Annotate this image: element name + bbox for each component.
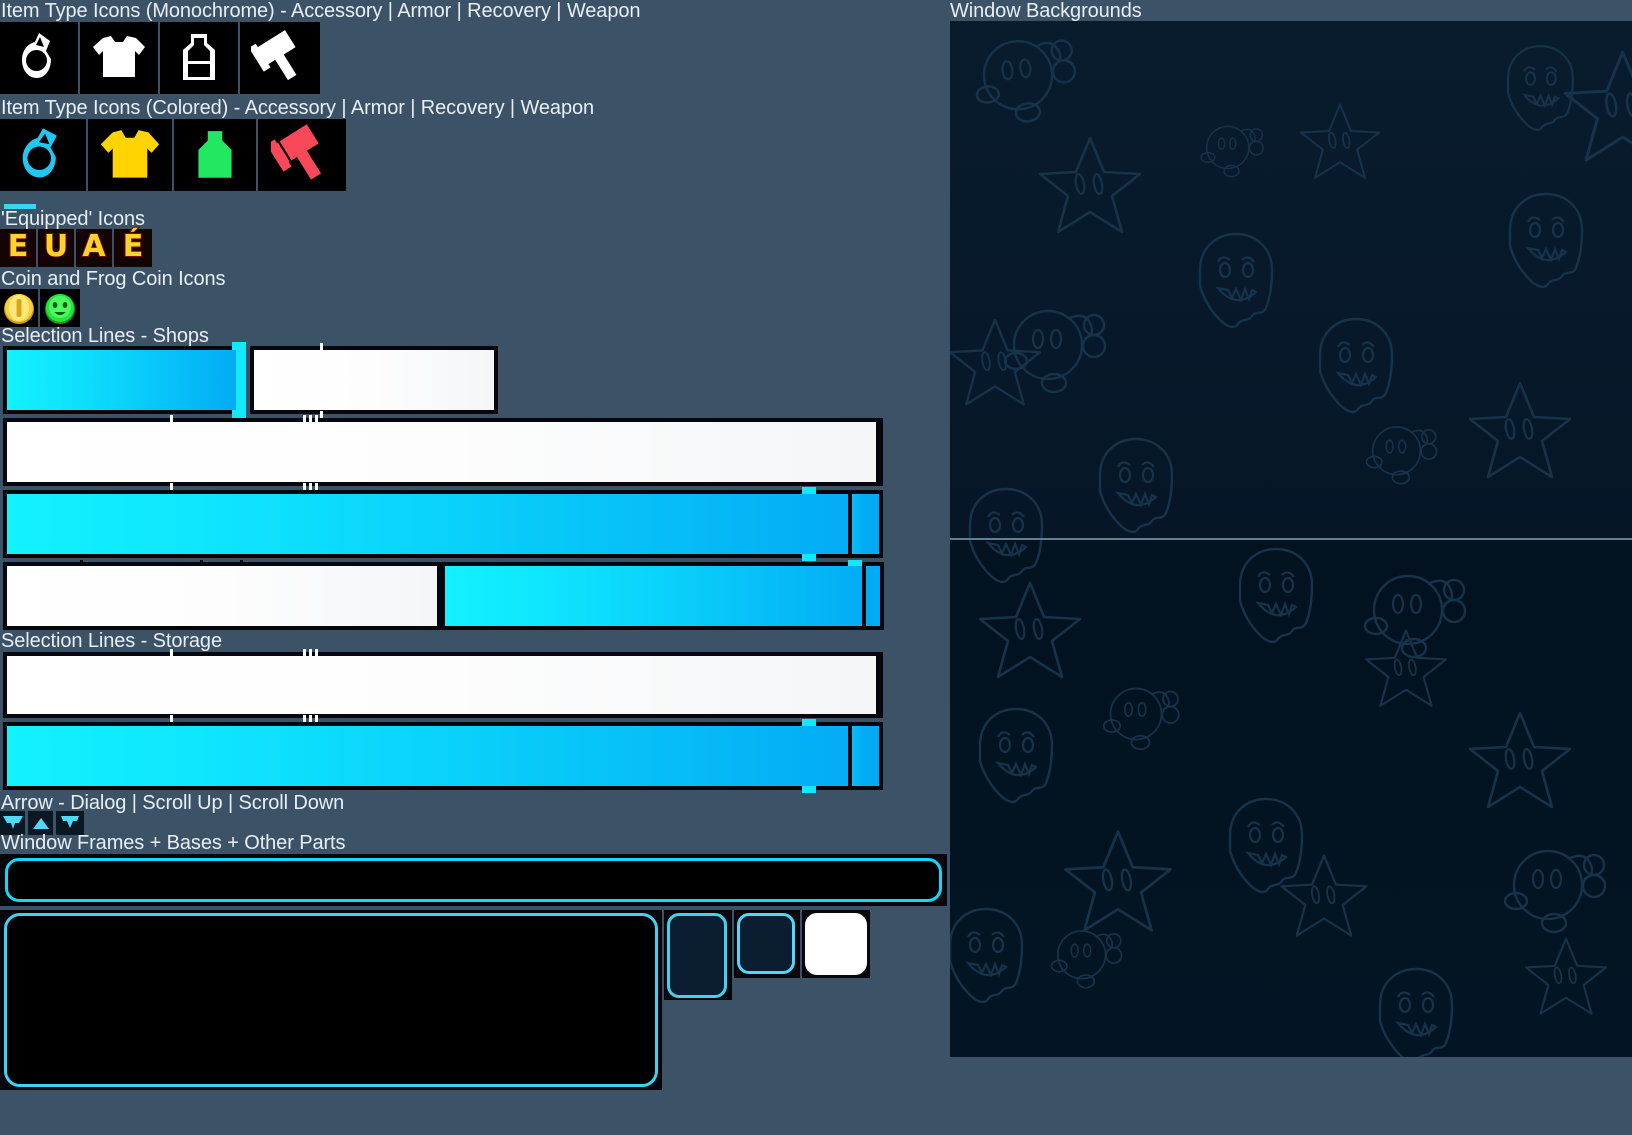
item-icons-colored-row xyxy=(0,119,346,191)
equipped-letter: E xyxy=(7,229,29,264)
equipped-icon-e[interactable]: E xyxy=(0,229,38,267)
equipped-icon-u[interactable]: U xyxy=(38,229,76,267)
accessory-ring-icon[interactable] xyxy=(0,22,80,94)
line-tick xyxy=(303,415,306,422)
weapon-hammer-icon[interactable] xyxy=(258,119,346,191)
line-tick xyxy=(303,715,306,722)
line-scroll-thumb[interactable] xyxy=(852,494,864,554)
coin-icons-label: Coin and Frog Coin Icons xyxy=(1,268,226,290)
equipped-letter: É xyxy=(122,229,144,264)
selection-lines-shops-label: Selection Lines - Shops xyxy=(1,325,209,347)
shop-line-selected-long[interactable] xyxy=(3,490,883,558)
recovery-bottle-icon[interactable] xyxy=(174,119,258,191)
line-tick xyxy=(170,483,173,490)
line-tick xyxy=(200,560,203,566)
shop-line-selected-medium[interactable] xyxy=(441,562,884,630)
line-tick xyxy=(170,649,173,656)
equipped-letter: U xyxy=(43,229,69,264)
window-background-panel xyxy=(950,21,1632,1057)
line-tick xyxy=(170,415,173,422)
line-tick xyxy=(315,715,318,722)
line-tick xyxy=(309,483,312,490)
selection-nub xyxy=(802,786,816,793)
weapon-hammer-icon[interactable] xyxy=(240,22,320,94)
line-tick xyxy=(320,343,323,350)
line-divider xyxy=(862,566,866,626)
storage-line-idle[interactable] xyxy=(3,652,883,718)
equipped-icons-row: E U A É xyxy=(0,229,152,267)
line-tick xyxy=(315,483,318,490)
line-tick xyxy=(303,649,306,656)
line-tick xyxy=(315,649,318,656)
selection-nub xyxy=(848,560,862,566)
item-icons-mono-row xyxy=(0,22,320,94)
selection-nub xyxy=(802,554,816,561)
line-tick xyxy=(320,411,323,418)
window-background-top xyxy=(950,21,1632,1057)
window-backgrounds-label: Window Backgrounds xyxy=(950,0,1142,22)
storage-line-selected[interactable] xyxy=(3,722,883,790)
recovery-bottle-icon[interactable] xyxy=(160,22,240,94)
selection-nub xyxy=(236,346,246,414)
equipped-letter: A xyxy=(81,229,106,264)
line-divider xyxy=(876,422,879,482)
line-divider xyxy=(876,656,879,714)
window-part-small-white[interactable] xyxy=(805,913,867,975)
accessory-ring-icon[interactable] xyxy=(0,119,88,191)
line-tick xyxy=(309,715,312,722)
line-tick xyxy=(309,649,312,656)
line-tick xyxy=(170,715,173,722)
equipped-icons-label: 'Equipped' Icons xyxy=(1,208,145,230)
line-tick xyxy=(303,483,306,490)
line-tick xyxy=(240,560,243,566)
window-frame-wide-rounded[interactable] xyxy=(5,858,942,902)
shop-line-idle-short[interactable] xyxy=(250,346,498,414)
armor-shirt-icon[interactable] xyxy=(88,119,174,191)
window-part-tall-dark[interactable] xyxy=(667,913,727,998)
selection-nub xyxy=(802,719,816,726)
item-icons-mono-label: Item Type Icons (Monochrome) - Accessory… xyxy=(1,0,641,22)
coin-icon[interactable] xyxy=(0,289,40,327)
shop-line-idle-medium[interactable] xyxy=(3,562,441,630)
shop-line-idle-long[interactable] xyxy=(3,418,883,486)
line-scroll-thumb[interactable] xyxy=(852,726,864,786)
equipped-icon-a[interactable]: A xyxy=(76,229,114,267)
window-frame-large-rounded[interactable] xyxy=(4,913,658,1087)
armor-shirt-icon[interactable] xyxy=(80,22,160,94)
window-frames-label: Window Frames + Bases + Other Parts xyxy=(1,832,346,854)
item-icons-colored-label: Item Type Icons (Colored) - Accessory | … xyxy=(1,97,595,119)
frog-coin-icon[interactable] xyxy=(40,289,80,327)
line-tick xyxy=(309,415,312,422)
coin-icons-row xyxy=(0,289,80,327)
shop-line-selected-short[interactable] xyxy=(3,346,243,414)
sprite-sheet-canvas: Item Type Icons (Monochrome) - Accessory… xyxy=(0,0,1632,1135)
window-part-small-dark[interactable] xyxy=(737,913,795,974)
line-tick xyxy=(80,560,83,566)
selection-lines-storage-label: Selection Lines - Storage xyxy=(1,630,222,652)
selection-nub xyxy=(802,487,816,494)
equipped-icon-e-accent[interactable]: É xyxy=(114,229,152,267)
line-tick xyxy=(315,415,318,422)
